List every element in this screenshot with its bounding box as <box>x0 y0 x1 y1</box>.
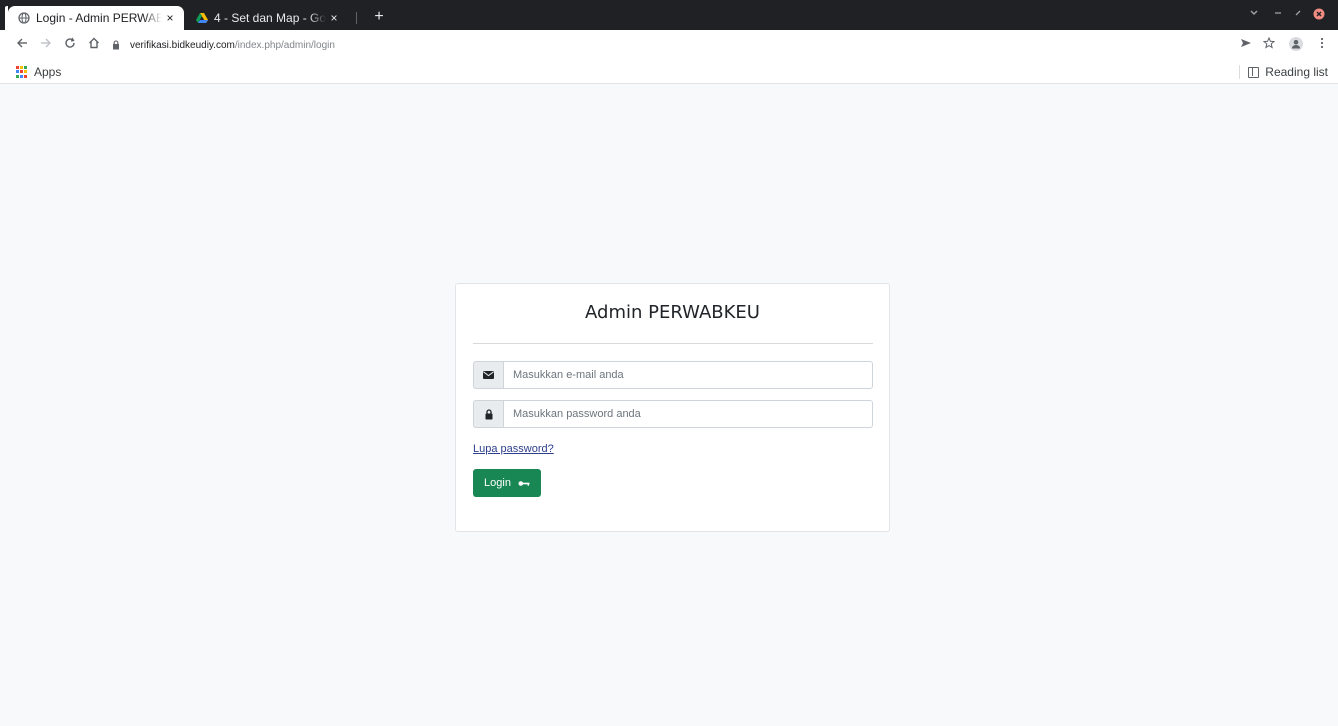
email-input-group <box>473 361 873 389</box>
forward-arrow-icon[interactable] <box>38 37 54 53</box>
menu-kebab-icon[interactable] <box>1314 37 1330 53</box>
tab-close-icon[interactable]: × <box>326 10 342 26</box>
tab-title: 4 - Set dan Map - Google Drive <box>214 11 326 25</box>
lock-icon <box>112 39 122 51</box>
login-button[interactable]: Login <box>473 469 541 497</box>
apps-grid-icon <box>16 66 28 78</box>
tab-search-icon[interactable] <box>1248 8 1260 22</box>
home-icon[interactable] <box>86 37 102 53</box>
tab-title: Login - Admin PERWABKEU <box>36 11 162 25</box>
email-field[interactable] <box>503 361 873 389</box>
minimize-icon[interactable] <box>1272 8 1284 22</box>
globe-icon <box>18 12 30 24</box>
reload-icon[interactable] <box>62 37 78 53</box>
browser-toolbar: verifikasi.bidkeudiy.com/index.php/admin… <box>0 30 1338 60</box>
send-to-device-icon[interactable] <box>1238 37 1254 53</box>
maximize-icon[interactable] <box>1292 8 1304 22</box>
tab-login[interactable]: Login - Admin PERWABKEU × <box>8 6 184 30</box>
address-bar[interactable]: verifikasi.bidkeudiy.com/index.php/admin… <box>112 35 1222 55</box>
browser-tabstrip: Login - Admin PERWABKEU × 4 - Set dan Ma… <box>0 0 1338 30</box>
login-card: Admin PERWABKEU Lupa password? Login <box>455 283 890 532</box>
reading-list-button[interactable]: Reading list <box>1239 64 1328 80</box>
tab-separator <box>356 12 357 24</box>
google-drive-icon <box>196 12 208 24</box>
divider <box>473 343 873 344</box>
bookmark-star-icon[interactable] <box>1261 36 1277 53</box>
divider <box>1239 65 1241 79</box>
forgot-password-link[interactable]: Lupa password? <box>473 443 554 455</box>
reading-list-label: Reading list <box>1265 65 1328 79</box>
page-title: Admin PERWABKEU <box>585 302 760 323</box>
close-window-icon[interactable] <box>1312 8 1326 22</box>
url-host: verifikasi.bidkeudiy.com <box>130 39 235 51</box>
apps-shortcut[interactable]: Apps <box>16 64 61 80</box>
login-button-label: Login <box>484 477 511 489</box>
tab-close-icon[interactable]: × <box>162 10 178 26</box>
password-input-group <box>473 400 873 428</box>
url-path: /index.php/admin/login <box>234 39 335 51</box>
envelope-icon <box>473 361 503 389</box>
key-icon <box>518 480 530 487</box>
tab-google-drive[interactable]: 4 - Set dan Map - Google Drive × <box>186 6 348 30</box>
back-arrow-icon[interactable] <box>14 37 30 53</box>
reading-list-icon <box>1248 66 1260 78</box>
lock-icon <box>473 400 503 428</box>
apps-label: Apps <box>34 65 62 79</box>
profile-avatar-icon[interactable] <box>1288 37 1304 53</box>
new-tab-button[interactable]: + <box>370 8 388 26</box>
bookmarks-bar: Apps Reading list <box>0 60 1338 84</box>
page-body: Admin PERWABKEU Lupa password? Login <box>0 84 1338 726</box>
password-field[interactable] <box>503 400 873 428</box>
